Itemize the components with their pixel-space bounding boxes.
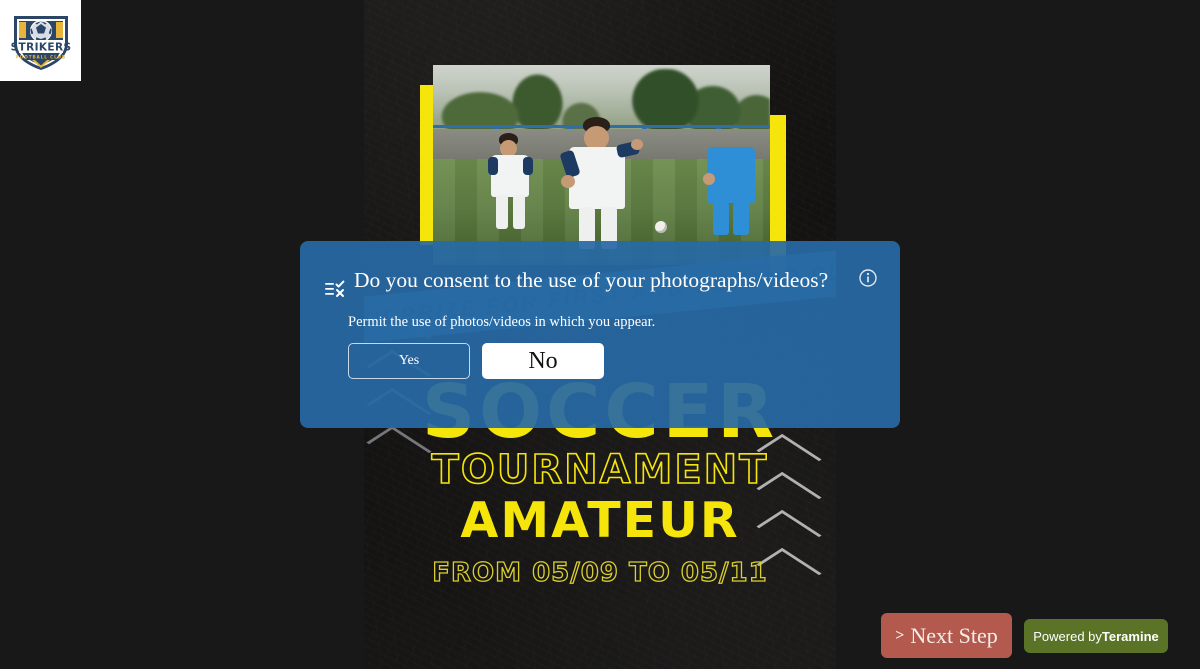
poster-tier: AMATEUR [460,491,740,549]
club-logo-card: STRIKERS FOOTBALL CLUB [0,0,81,81]
info-circle-icon [859,269,877,287]
poster-subheadline: TOURNAMENT [431,447,769,494]
powered-by-prefix: Powered by [1033,628,1102,644]
consent-question-subtitle: Permit the use of photos/videos in which… [348,314,656,330]
svg-text:STRIKERS: STRIKERS [10,41,71,53]
next-step-button[interactable]: > Next Step [881,613,1012,658]
soccer-action-photo [433,65,770,265]
strikers-logo-icon: STRIKERS FOOTBALL CLUB [10,15,71,70]
powered-by-badge[interactable]: Powered by Teramine [1024,619,1168,653]
consent-dialog: Do you consent to the use of your photog… [300,241,900,428]
dialog-info-button[interactable] [858,268,878,288]
chevron-right-icon: > [895,626,905,644]
consent-no-button[interactable]: No [482,343,604,379]
poster-dates: FROM 05/09 TO 05/11 [432,558,768,589]
app-root: STRIKERS FOOTBALL CLUB TOURNAMENT AMATEU… [0,0,1200,669]
consent-yes-button[interactable]: Yes [348,343,470,379]
consent-answer-group: Yes No [348,343,876,379]
consent-checklist-icon [324,279,350,304]
consent-question-title: Do you consent to the use of your photog… [354,268,829,292]
powered-by-brand: Teramine [1101,628,1159,644]
next-step-label: Next Step [910,622,998,648]
svg-text:FOOTBALL CLUB: FOOTBALL CLUB [16,54,66,59]
